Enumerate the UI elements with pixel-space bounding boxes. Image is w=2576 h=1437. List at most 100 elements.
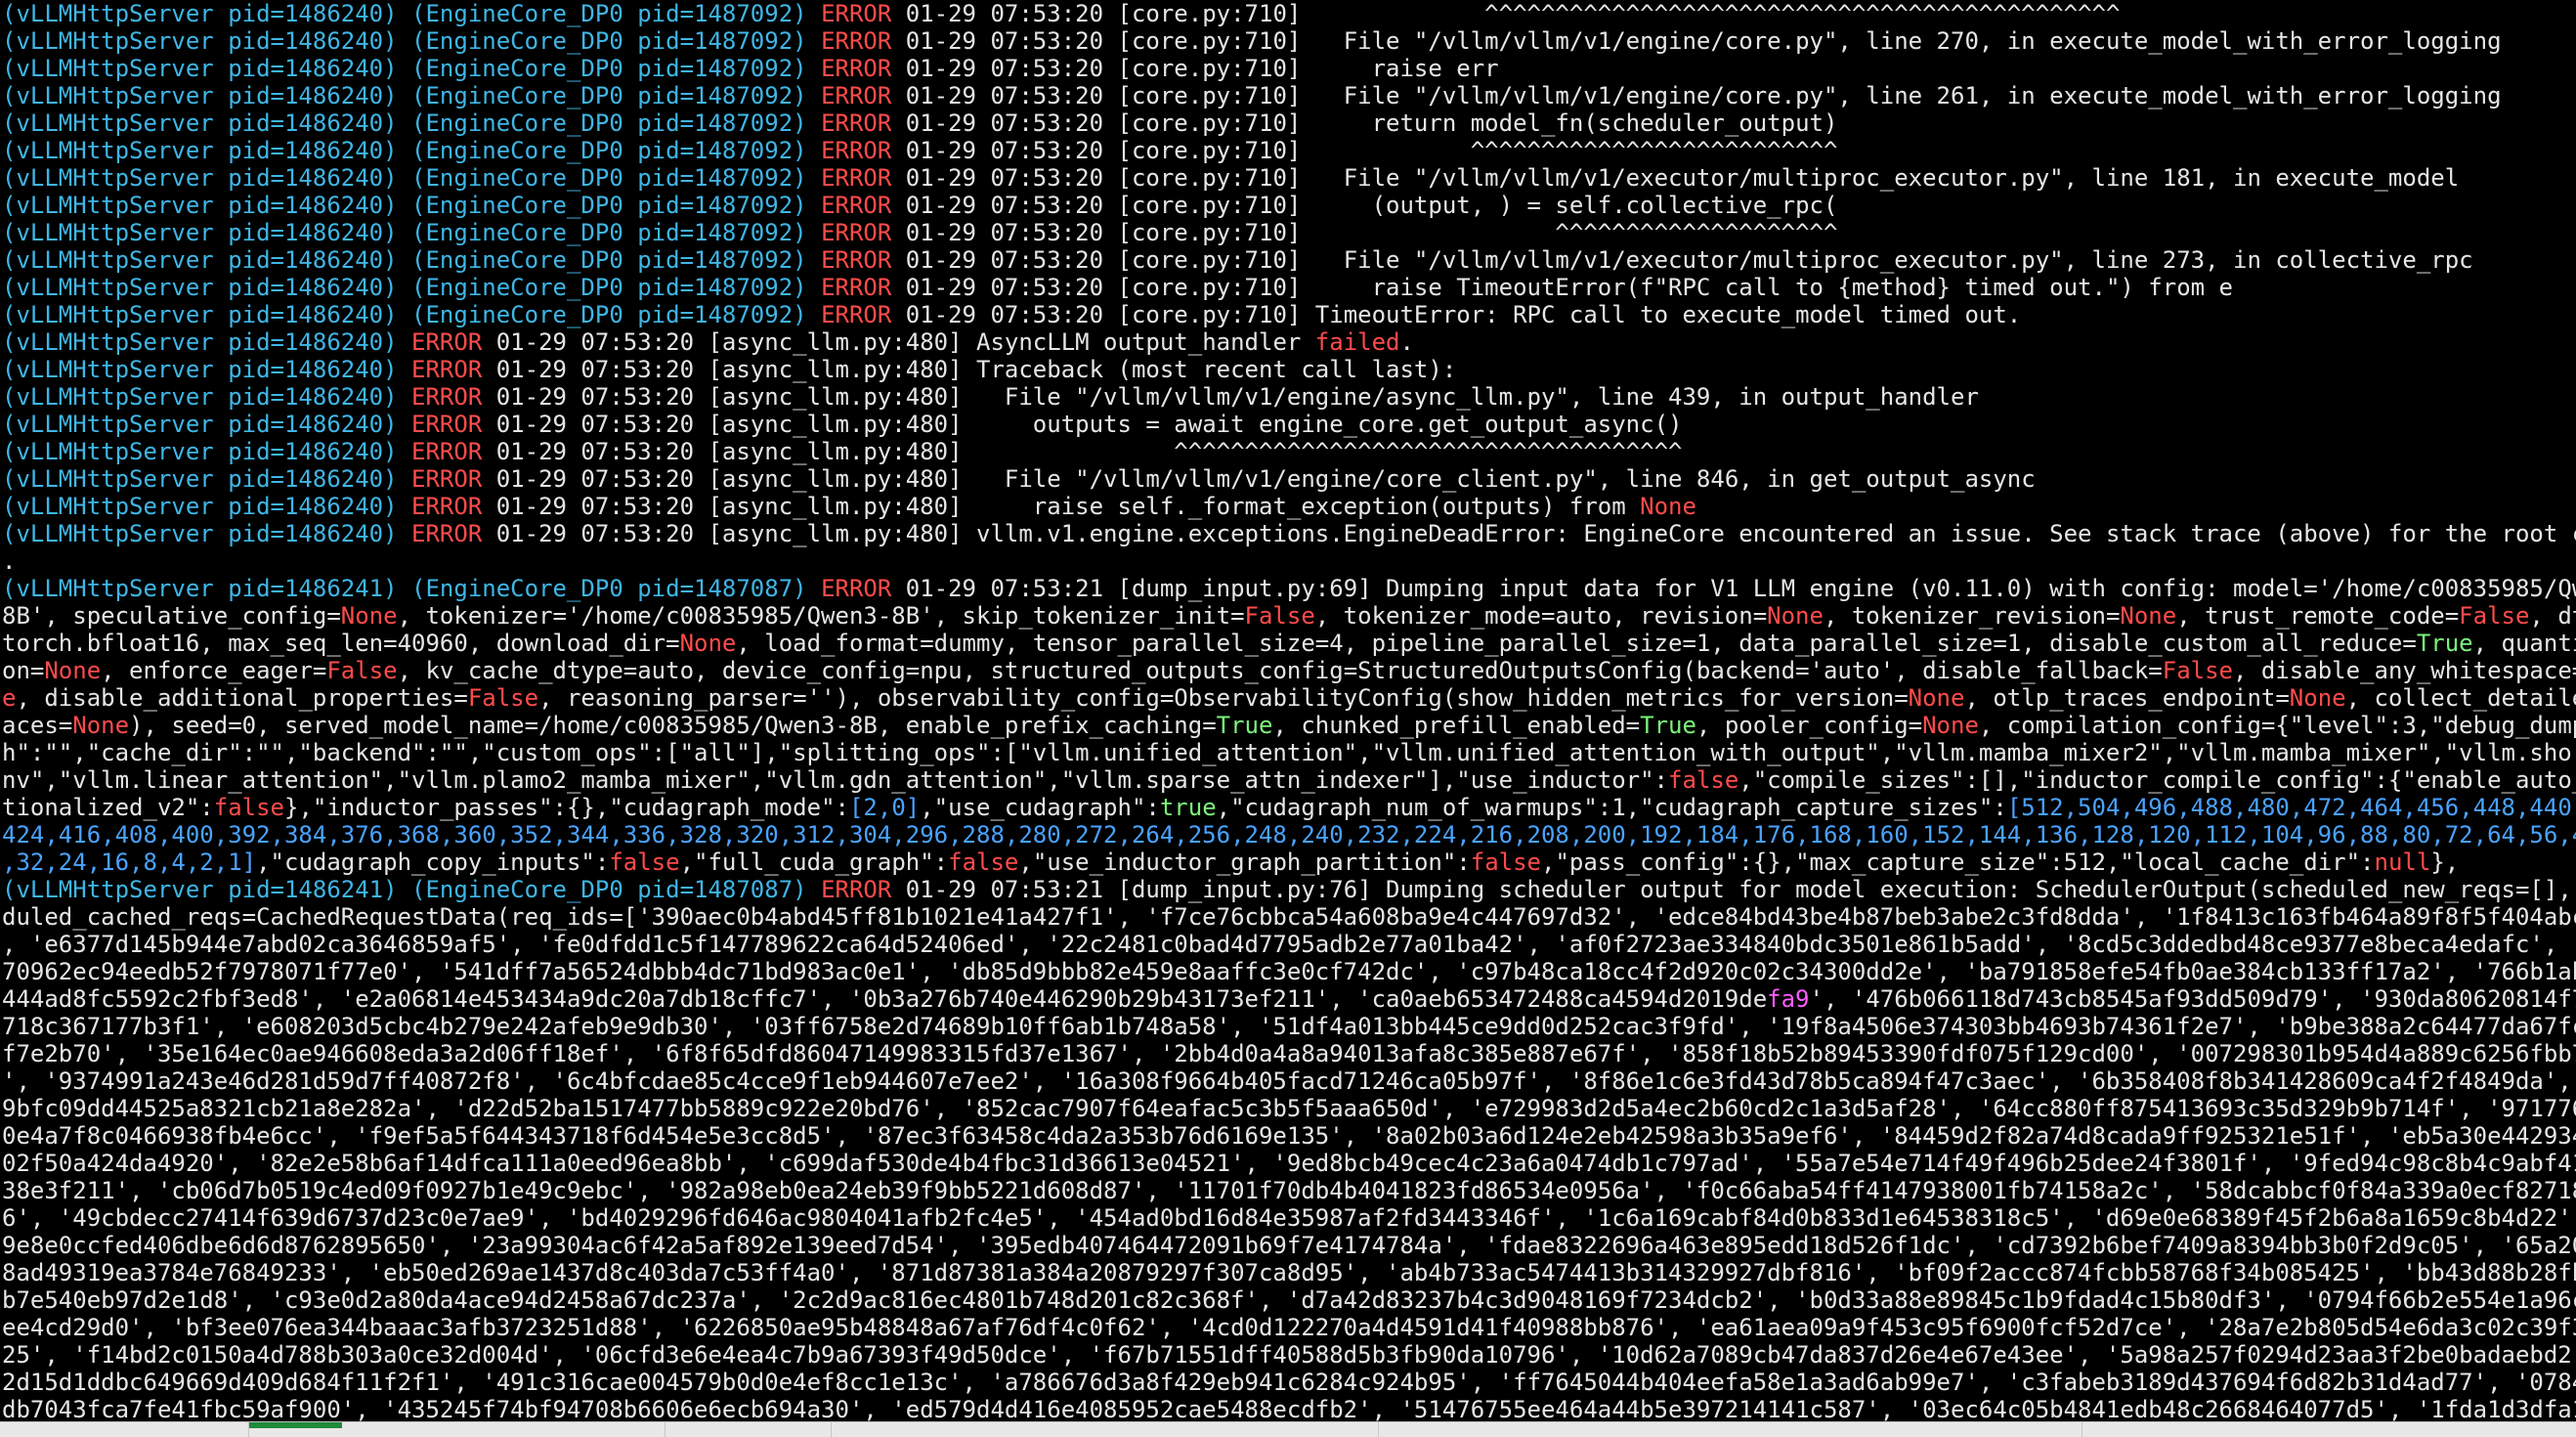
log-line: e, disable_additional_properties=False, … xyxy=(2,684,2576,712)
log-segment: [512,504,496,488,480,472,464,456,448,440… xyxy=(2006,794,2576,821)
log-line: (vLLMHttpServer pid=1486240) ERROR 01-29… xyxy=(2,356,2576,383)
log-segment: None xyxy=(1908,684,1965,712)
log-segment: None xyxy=(1640,493,1696,520)
log-segment: ERROR xyxy=(821,55,892,82)
log-line: (vLLMHttpServer pid=1486240) (EngineCore… xyxy=(2,164,2576,192)
log-segment: ', '9374991a243e46d281d59d7ff40872f8', '… xyxy=(2,1067,2576,1095)
log-segment: duled_cached_reqs=CachedRequestData(req_… xyxy=(2,903,2576,931)
log-segment: 01-29 07:53:20 [core.py:710] ^^^^^^^^^^^… xyxy=(891,219,1838,246)
taskbar-segment[interactable] xyxy=(1378,1422,2082,1437)
taskbar-segment[interactable] xyxy=(342,1422,665,1437)
log-segment: b7e540eb97d2e1d8', 'c93e0d2a80da4ace94d2… xyxy=(2,1286,2576,1314)
log-segment: ,"compile_sizes":[],"inductor_compile_co… xyxy=(1739,766,2576,794)
log-line: (vLLMHttpServer pid=1486240) (EngineCore… xyxy=(2,27,2576,55)
log-segment: 01-29 07:53:20 [core.py:710] (output, ) … xyxy=(891,192,1838,219)
log-line: 9bfc09dd44525a8321cb21a8e282a', 'd22d52b… xyxy=(2,1095,2576,1122)
log-line: 25', 'f14bd2c0150a4d788b303a0ce32d004d',… xyxy=(2,1341,2576,1369)
log-segment: 01-29 07:53:21 [dump_input.py:76] Dumpin… xyxy=(891,876,2576,903)
log-segment: (vLLMHttpServer pid=1486240) xyxy=(2,411,412,438)
log-segment: ERROR xyxy=(821,164,892,192)
log-line: ', '9374991a243e46d281d59d7ff40872f8', '… xyxy=(2,1067,2576,1095)
log-segment: (vLLMHttpServer pid=1486240) xyxy=(2,356,412,383)
log-line: 8B', speculative_config=None, tokenizer=… xyxy=(2,602,2576,630)
log-segment: ERROR xyxy=(411,411,483,438)
log-segment: ee4cd29d0', 'bf3ee076ea344baaac3afb37232… xyxy=(2,1314,2576,1341)
log-line: 424,416,408,400,392,384,376,368,360,352,… xyxy=(2,821,2576,849)
terminal-output[interactable]: (vLLMHttpServer pid=1486240) (EngineCore… xyxy=(0,0,2576,1421)
log-segment: , compilation_config={"level":3,"debug_d… xyxy=(1978,712,2576,739)
log-segment: ERROR xyxy=(821,274,892,301)
log-segment: 9e8e0ccfed406dbe6d6d8762895650', '23a993… xyxy=(2,1232,2576,1259)
log-segment: f7e2b70', '35e164ec0ae946608eda3a2d06ff1… xyxy=(2,1040,2576,1067)
log-line: 6', '49cbdecc27414f639d6737d23c0e7ae9', … xyxy=(2,1204,2576,1232)
log-segment: , enforce_eager= xyxy=(101,657,327,684)
log-segment: false xyxy=(1668,766,1739,794)
log-segment: (vLLMHttpServer pid=1486240) xyxy=(2,465,412,493)
log-segment: False xyxy=(1244,602,1315,630)
log-segment: 01-29 07:53:20 [core.py:710] return mode… xyxy=(891,109,1838,137)
log-segment: null xyxy=(2374,849,2431,876)
log-segment: 2d15d1ddbc649669d409d684f11f2f1', '491c3… xyxy=(2,1369,2576,1396)
log-segment: ERROR xyxy=(411,328,483,356)
log-segment: false xyxy=(1470,849,1541,876)
log-segment: 02f50a424da4920', '82e2e58b6af14dfca111a… xyxy=(2,1150,2576,1177)
log-segment: ERROR xyxy=(411,438,483,465)
log-segment: (vLLMHttpServer pid=1486240) xyxy=(2,383,412,411)
log-segment: (vLLMHttpServer pid=1486240) (EngineCore… xyxy=(2,137,822,164)
log-line: 02f50a424da4920', '82e2e58b6af14dfca111a… xyxy=(2,1150,2576,1177)
log-segment: True xyxy=(2416,630,2473,657)
log-segment: ERROR xyxy=(821,876,892,903)
log-segment: ERROR xyxy=(821,246,892,274)
log-segment: , chunked_prefill_enabled= xyxy=(1272,712,1641,739)
taskbar-segment[interactable] xyxy=(665,1422,832,1437)
log-segment: 25', 'f14bd2c0150a4d788b303a0ce32d004d',… xyxy=(2,1341,2576,1369)
log-line: (vLLMHttpServer pid=1486240) (EngineCore… xyxy=(2,246,2576,274)
log-segment: 444ad8fc5592c2fbf3ed8', 'e2a06814e453434… xyxy=(2,985,1768,1013)
log-segment: ERROR xyxy=(411,493,483,520)
log-segment: True xyxy=(1640,712,1696,739)
log-segment: ERROR xyxy=(821,137,892,164)
log-segment: false xyxy=(609,849,680,876)
taskbar-strip xyxy=(0,1421,2576,1437)
taskbar-segment[interactable] xyxy=(831,1422,1379,1437)
log-segment: false xyxy=(213,794,284,821)
log-line: (vLLMHttpServer pid=1486240) (EngineCore… xyxy=(2,0,2576,27)
log-segment: ', '476b066118d743cb8545af93dd509d79', '… xyxy=(1809,985,2576,1013)
log-segment: None xyxy=(2289,684,2346,712)
log-line: (vLLMHttpServer pid=1486240) (EngineCore… xyxy=(2,109,2576,137)
log-segment: e xyxy=(2,684,17,712)
log-line: 718c367177b3f1', 'e608203d5cbc4b279e242a… xyxy=(2,1013,2576,1040)
log-segment: , collect_detailed_tr xyxy=(2345,684,2576,712)
log-segment: nv","vllm.linear_attention","vllm.plamo2… xyxy=(2,766,1669,794)
log-line: torch.bfloat16, max_seq_len=40960, downl… xyxy=(2,630,2576,657)
taskbar-segment[interactable] xyxy=(0,1422,249,1437)
log-segment: },"inductor_passes":{},"cudagraph_mode": xyxy=(284,794,849,821)
active-window-indicator[interactable] xyxy=(248,1422,342,1428)
log-segment: (vLLMHttpServer pid=1486240) (EngineCore… xyxy=(2,219,822,246)
log-segment: None xyxy=(2120,602,2177,630)
log-line: (vLLMHttpServer pid=1486240) (EngineCore… xyxy=(2,192,2576,219)
log-segment: 01-29 07:53:20 [async_llm.py:480] vllm.v… xyxy=(482,520,2576,547)
log-segment: 01-29 07:53:20 [async_llm.py:480] ^^^^^^… xyxy=(482,438,1683,465)
log-segment: 01-29 07:53:20 [async_llm.py:480] raise … xyxy=(482,493,1641,520)
log-segment: None xyxy=(679,630,737,657)
log-segment: (vLLMHttpServer pid=1486240) (EngineCore… xyxy=(2,192,822,219)
log-segment: , kv_cache_dtype=auto, device_config=npu… xyxy=(397,657,2163,684)
log-line: ee4cd29d0', 'bf3ee076ea344baaac3afb37232… xyxy=(2,1314,2576,1341)
log-segment: , trust_remote_code= xyxy=(2176,602,2460,630)
log-segment: 01-29 07:53:20 [core.py:710] raise err xyxy=(891,55,1499,82)
log-segment: 38e3f211', 'cb06d7b0519c4ed09f0927b1e49c… xyxy=(2,1177,2576,1204)
log-segment: , pooler_config= xyxy=(1696,712,1923,739)
log-segment: true xyxy=(1159,794,1217,821)
log-segment: (vLLMHttpServer pid=1486240) (EngineCore… xyxy=(2,274,822,301)
log-segment: . xyxy=(1399,328,1414,356)
log-segment: ERROR xyxy=(411,465,483,493)
log-segment: 01-29 07:53:20 [core.py:710] File "/vllm… xyxy=(891,164,2460,192)
log-line: tionalized_v2":false},"inductor_passes":… xyxy=(2,794,2576,821)
log-segment: None xyxy=(1922,712,1979,739)
log-segment: ,"use_cudagraph": xyxy=(920,794,1160,821)
log-segment: (vLLMHttpServer pid=1486240) xyxy=(2,328,412,356)
log-segment: False xyxy=(2162,657,2233,684)
log-segment: (vLLMHttpServer pid=1486240) xyxy=(2,438,412,465)
log-segment: ERROR xyxy=(821,0,892,27)
